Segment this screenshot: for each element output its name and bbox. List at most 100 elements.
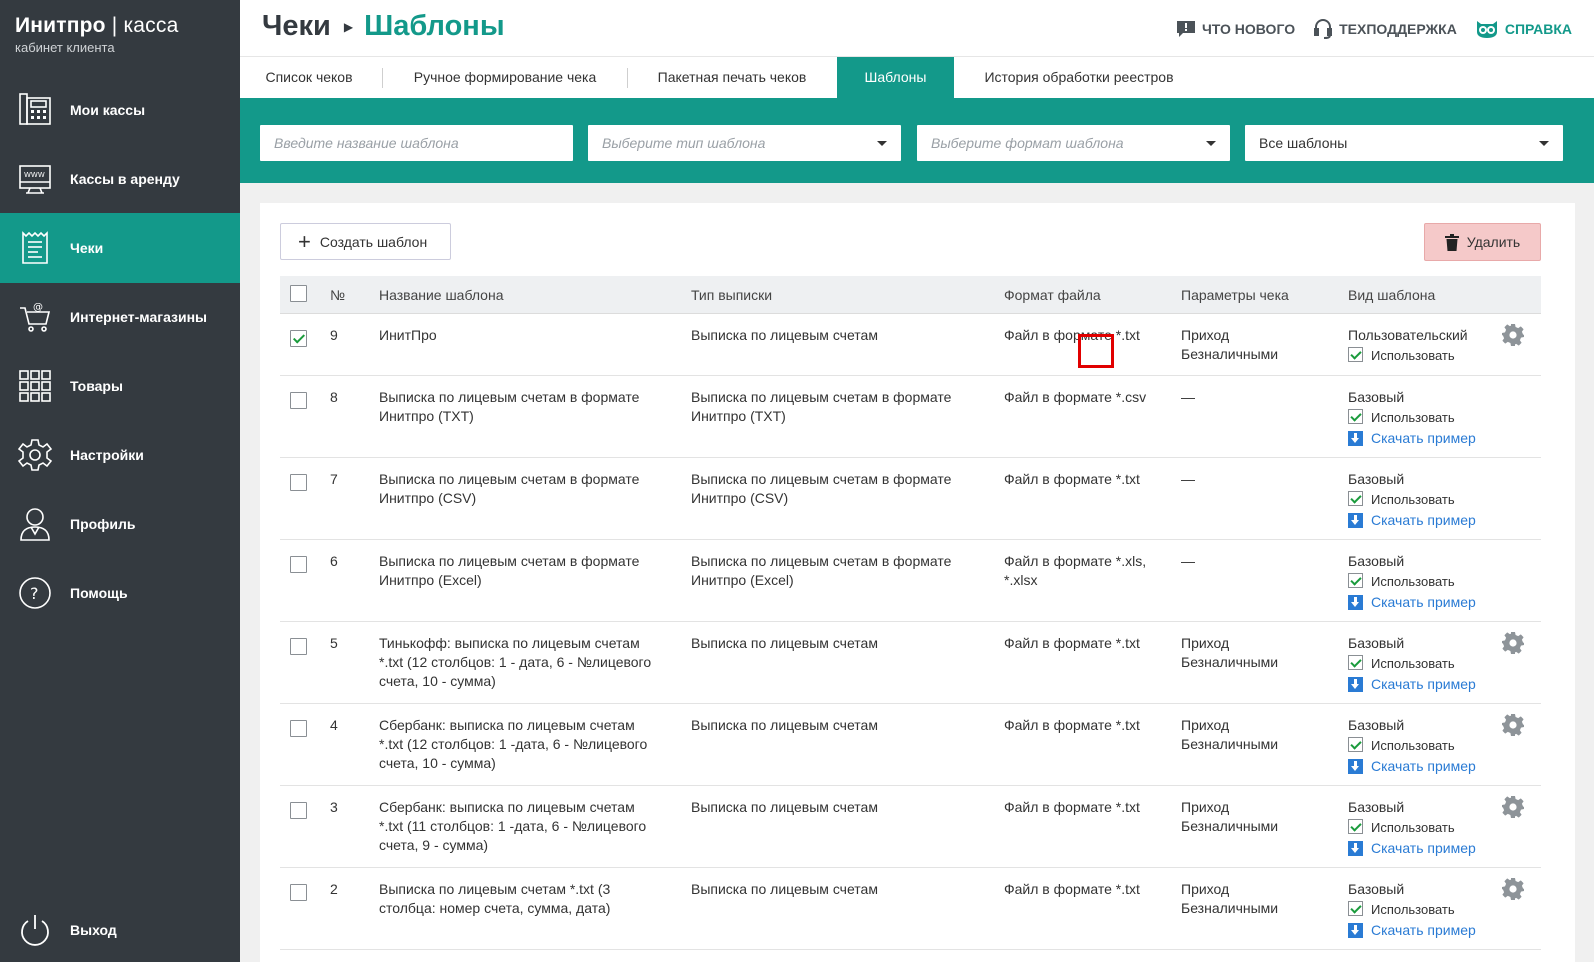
page-header: Чеки ▶ Шаблоны ЧТО НОВОГО ТЕХПОДДЕРЖКА С… [240,0,1594,56]
sidebar-item-rent-cashboxes[interactable]: WWW Кассы в аренду [0,144,240,214]
template-scope-select[interactable]: Все шаблоны [1245,125,1563,161]
table-row[interactable]: 2 Выписка по лицевым счетам *.txt (3 столб… [280,868,1541,950]
select-all-checkbox[interactable] [290,285,307,302]
row-select-checkbox[interactable] [290,474,307,491]
breadcrumb-parent[interactable]: Чеки [262,10,331,43]
sidebar-item-label: Кассы в аренду [70,171,180,187]
template-name-line: счета, 10 - сумма) [379,755,496,771]
www-monitor-icon: WWW [18,161,52,197]
plus-icon: + [298,228,311,254]
use-label: Использовать [1371,410,1455,425]
use-checkbox[interactable] [1348,409,1363,424]
sidebar-item-goods[interactable]: Товары [0,351,240,421]
tab-divider [382,68,383,88]
use-toggle[interactable]: Использовать [1348,572,1476,591]
download-sample-link[interactable]: Скачать пример [1348,675,1476,694]
tab-bar: Список чеков Ручное формирование чека Па… [240,56,1594,99]
help-link[interactable]: СПРАВКА [1475,19,1572,39]
download-sample-link[interactable]: Скачать пример [1348,839,1476,858]
download-icon [1348,923,1363,938]
use-toggle[interactable]: Использовать [1348,900,1476,919]
use-checkbox[interactable] [1348,347,1363,362]
download-sample-link[interactable]: Скачать пример [1348,429,1476,448]
sidebar-item-receipts[interactable]: Чеки [0,213,240,283]
sidebar-item-label: Товары [70,378,123,394]
chevron-down-icon [1206,141,1216,146]
use-checkbox[interactable] [1348,573,1363,588]
receipt-params-line: Безналичными [1181,900,1279,916]
row-select-checkbox[interactable] [290,720,307,737]
delete-button[interactable]: Удалить [1424,223,1541,261]
template-name-input[interactable] [260,125,573,161]
row-settings-gear-icon[interactable] [1502,878,1524,905]
sidebar-item-profile[interactable]: Профиль [0,489,240,559]
template-format-select[interactable] [917,125,1230,161]
download-icon [1348,677,1363,692]
table-row[interactable]: 3 Сбербанк: выписка по лицевым счетам *.tx… [280,786,1541,868]
sidebar-item-online-stores[interactable]: @ Интернет-магазины [0,282,240,352]
use-toggle[interactable]: Использовать [1348,736,1476,755]
use-label: Использовать [1371,348,1455,363]
template-name-line: Инитпро (TXT) [379,408,474,424]
row-select-checkbox[interactable] [290,638,307,655]
row-settings-gear-icon[interactable] [1502,632,1524,659]
use-toggle[interactable]: Использовать [1348,654,1476,673]
use-toggle[interactable]: Использовать [1348,408,1476,427]
create-template-button[interactable]: + Создать шаблон [280,223,451,260]
row-select-checkbox[interactable] [290,330,307,347]
table-row[interactable]: 8 Выписка по лицевым счетам в формате Инит… [280,376,1541,458]
table-row[interactable]: 5 Тинькофф: выписка по лицевым счетам *.tx… [280,622,1541,704]
use-checkbox[interactable] [1348,655,1363,670]
row-select-checkbox[interactable] [290,392,307,409]
use-checkbox[interactable] [1348,491,1363,506]
download-icon [1348,595,1363,610]
tab-receipt-list[interactable]: Список чеков [250,57,368,99]
download-icon [1348,431,1363,446]
whats-new-link[interactable]: ЧТО НОВОГО [1176,19,1295,39]
table-row[interactable]: 7 Выписка по лицевым счетам в формате Инит… [280,458,1541,540]
sidebar-item-settings[interactable]: Настройки [0,420,240,490]
user-icon [18,506,52,542]
template-format-input[interactable] [917,125,1230,161]
table-row[interactable]: 9 ИнитПро Выписка по лицевым счетам Файл в … [280,314,1541,376]
use-toggle[interactable]: Использовать [1348,490,1476,509]
tab-templates[interactable]: Шаблоны [837,57,954,99]
row-number: 5 [330,635,338,651]
download-label: Скачать пример [1371,512,1476,528]
template-type-select[interactable] [588,125,901,161]
statement-type-line: Выписка по лицевым счетам [691,799,878,815]
table-row[interactable]: 6 Выписка по лицевым счетам в формате Инит… [280,540,1541,622]
row-settings-gear-icon[interactable] [1502,796,1524,823]
template-type-input[interactable] [588,125,901,161]
receipt-params-line: — [1181,471,1195,487]
use-toggle[interactable]: Использовать [1348,818,1476,837]
row-select-checkbox[interactable] [290,884,307,901]
use-checkbox[interactable] [1348,819,1363,834]
row-select-checkbox[interactable] [290,802,307,819]
download-sample-link[interactable]: Скачать пример [1348,511,1476,530]
receipt-params-line: Безналичными [1181,736,1279,752]
download-sample-link[interactable]: Скачать пример [1348,757,1476,776]
use-checkbox[interactable] [1348,737,1363,752]
gear-icon [18,437,52,473]
tab-manual-receipt[interactable]: Ручное формирование чека [390,57,620,99]
table-row[interactable]: 4 Сбербанк: выписка по лицевым счетам *.tx… [280,704,1541,786]
use-checkbox[interactable] [1348,901,1363,916]
brand: Инитпро | касса кабинет клиента [15,14,178,55]
download-label: Скачать пример [1371,594,1476,610]
row-settings-gear-icon[interactable] [1502,324,1524,351]
row-select-checkbox[interactable] [290,556,307,573]
sidebar-item-help[interactable]: ? Помощь [0,558,240,628]
highlight-box [1078,334,1114,368]
support-link[interactable]: ТЕХПОДДЕРЖКА [1313,18,1457,40]
download-sample-link[interactable]: Скачать пример [1348,593,1476,612]
row-settings-gear-icon[interactable] [1502,714,1524,741]
create-template-label: Создать шаблон [319,233,428,250]
row-number: 8 [330,389,338,405]
sidebar-logout[interactable]: Выход [0,895,240,962]
use-toggle[interactable]: Использовать [1348,346,1468,365]
download-sample-link[interactable]: Скачать пример [1348,921,1476,940]
tab-batch-print[interactable]: Пакетная печать чеков [632,57,832,99]
sidebar-item-my-cashboxes[interactable]: Мои кассы [0,75,240,145]
tab-registry-history[interactable]: История обработки реестров [964,57,1194,99]
